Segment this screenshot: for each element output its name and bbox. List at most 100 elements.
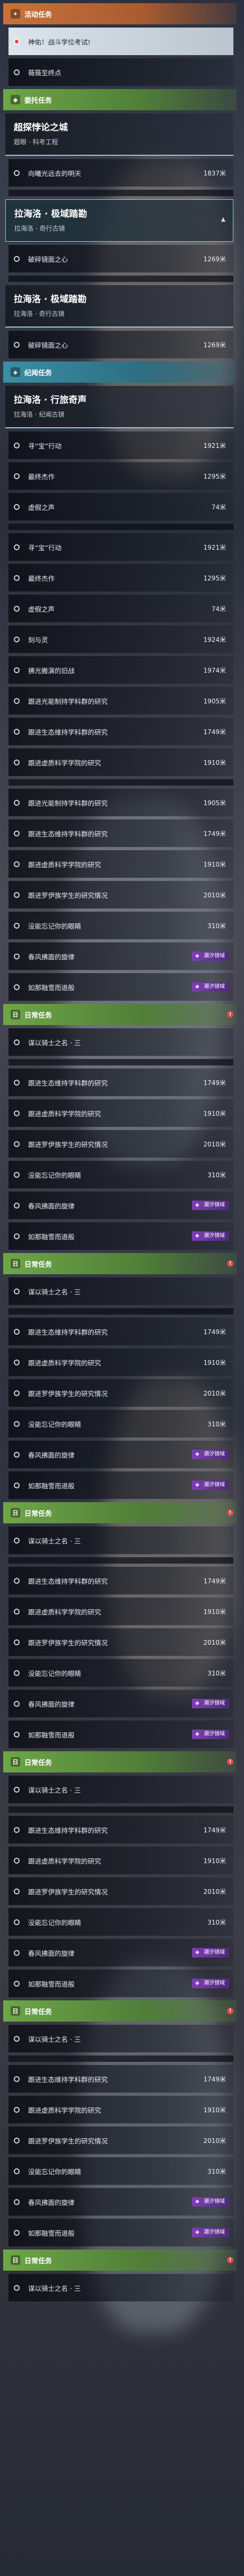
quest-name: 跟进虚质科学学院的研究 [28,2106,101,2114]
quest-name: 跟进虚质科学学院的研究 [28,1857,101,1865]
quest-name: 跟进虚质科学学院的研究 [28,860,101,869]
quest-row[interactable]: 跟进罗伊族学生的研究情况 2010米 [8,1628,233,1656]
quest-row[interactable]: 跟进虚质科学学院的研究 1910米 [8,1598,233,1625]
quest-row[interactable]: 没能忘记你的眼睛 310米 [8,2157,233,2185]
quest-row[interactable]: 谋以骑士之名 · 三 [8,2025,233,2052]
quest-name: 谋以骑士之名 · 三 [28,1038,81,1047]
quest-row[interactable]: 跟进生态维持学科群的研究 1749米 [8,2065,233,2093]
quest-row[interactable]: 跟进虚质科学学院的研究 1910米 [8,2096,233,2123]
category-header-green[interactable]: 日日常任务! [3,2249,237,2271]
category-label: 日常任务 [24,1260,53,1269]
quest-row[interactable]: 没能忘记你的眼睛 310米 [8,912,233,939]
quest-row[interactable]: 如那融雪而退般 潮汐镜域 [8,1222,233,1250]
category-icon: ✦ [11,9,20,19]
quest-row[interactable]: 破碎镜面之心 1269米 [8,245,233,272]
quest-row[interactable]: 跟进虚质科学学院的研究 1910米 [8,1847,233,1874]
quest-row[interactable]: 如那融雪而退般 潮汐镜域 [8,1970,233,1997]
category-header-teal[interactable]: ◈ 纪闻任务 [3,361,237,383]
quest-row[interactable]: 跟进光能制持学科群的研究 1905米 [8,789,233,816]
quest-row[interactable]: 跟进罗伊族学生的研究情况 2010米 [8,1877,233,1905]
quest-row[interactable]: 跟进罗伊族学生的研究情况 2010米 [8,881,233,908]
category-header-green[interactable]: 日日常任务! [3,1751,237,1772]
quest-row[interactable]: 刻与灵 1924米 [8,625,233,653]
quest-row[interactable]: 跟进罗伊族学生的研究情况 2010米 [8,1379,233,1407]
quest-status-icon [14,1980,20,1987]
quest-row[interactable]: 没能忘记你的眼睛 310米 [8,1410,233,1437]
quest-row[interactable]: 谋以骑士之名 · 三 [8,1776,233,1803]
quest-row[interactable]: 春风拂面的旋律 潮汐镜域 [8,1690,233,1717]
quest-status-icon [14,1786,20,1793]
quest-row[interactable]: 拂光搬演的旧战 1974米 [8,656,233,684]
quest-row[interactable]: 最终杰作 1295米 [8,462,233,490]
quest-row[interactable]: 谋以骑士之名 · 三 [8,1527,233,1554]
quest-group-header[interactable]: 拉海洛 · 极域踏勘 拉海洛 · 奇行古镜 [5,285,233,328]
quest-row[interactable]: 破碎镜面之心 1269米 [8,331,233,358]
category-header-green[interactable]: 日日常任务! [3,1004,237,1025]
quest-row[interactable]: 跟进生态维持学科群的研究 1749米 [8,1567,233,1594]
quest-distance: 2010米 [203,2137,226,2145]
quest-row[interactable]: 虚假之声 74米 [8,493,233,521]
quest-row[interactable]: 春风拂面的旋律 潮汐镜域 [8,1441,233,1468]
quest-row[interactable]: 跟进生态维持学科群的研究 1749米 [8,1318,233,1345]
category-header-green[interactable]: 日日常任务! [3,1253,237,1274]
quest-row[interactable]: 最终杰作 1295米 [8,564,233,592]
category-header-green[interactable]: ◆ 委托任务 [3,89,237,110]
quest-status-icon [14,1731,20,1737]
quest-row[interactable]: 跟进罗伊族学生的研究情况 2010米 [8,2127,233,2154]
quest-status-icon [14,1919,20,1925]
quest-row[interactable]: 春风拂面的旋律 潮汐镜域 [8,1939,233,1966]
quest-row[interactable]: 跟进生态维持学科群的研究 1749米 [8,1069,233,1096]
quest-row[interactable]: 跟进生态维持学科群的研究 1749米 [8,718,233,745]
category-header-orange[interactable]: ✦ 活动任务 [3,3,237,24]
category-header-green[interactable]: 日日常任务! [3,2000,237,2022]
quest-row[interactable]: 如那融雪而退般 潮汐镜域 [8,1471,233,1499]
quest-row[interactable]: 如那融雪而退般 潮汐镜域 [8,973,233,1001]
quest-row[interactable]: 春风拂面的旋律 潮汐镜域 [8,942,233,970]
category-header-green[interactable]: 日日常任务! [3,1502,237,1523]
quest-name: 跟进虚质科学学院的研究 [28,1608,101,1616]
quest-name: 如那融雪而退般 [28,2229,75,2237]
quest-row[interactable]: 春风拂面的旋律 潮汐镜域 [8,1192,233,1219]
quest-row[interactable]: 没能忘记你的眼睛 310米 [8,1908,233,1936]
quest-row[interactable]: 春风拂面的旋律 潮汐镜域 [8,2188,233,2216]
quest-row[interactable]: 跟进生态维持学科群的研究 1749米 [8,1816,233,1843]
quest-distance: 1295米 [203,472,226,480]
quest-group-header[interactable]: 拉海洛 · 极域踏勘 拉海洛 · 奇行古镜 ▲ [5,199,233,242]
quest-row[interactable]: 跟进虚质科学学院的研究 1910米 [8,748,233,776]
quest-row[interactable]: 寻“宝”行动 1921米 [8,533,233,561]
quest-status-icon [14,1827,20,1833]
quest-row[interactable]: 跟进罗伊族学生的研究情况 2010米 [8,1130,233,1158]
category-icon: 日 [11,1010,20,1019]
quest-group-header[interactable]: 拉海洛 · 行旅奇声 拉海洛 · 纪闻古镜 [5,386,233,428]
quest-row[interactable]: 没能忘记你的眼睛 310米 [8,1161,233,1188]
quest-group-header[interactable]: 超探悖论之城 题眼 · 科考工程 [5,113,233,156]
quest-row[interactable]: 跟进生态维持学科群的研究 1749米 [8,819,233,847]
quest-name: 春风拂面的旋律 [28,1949,75,1957]
quest-row[interactable]: 谋以骑士之名 · 三 [8,1028,233,1056]
quest-row[interactable]: 跟进光能制持学科群的研究 1905米 [8,687,233,714]
quest-row[interactable]: 虚假之声 74米 [8,595,233,622]
quest-name: 如那融雪而退般 [28,1481,75,1490]
quest-status-icon [14,1639,20,1645]
quest-row[interactable]: 神佑！战斗学位考试! [8,28,233,55]
quest-name: 谋以骑士之名 · 三 [28,1786,81,1794]
quest-status-icon [14,1171,20,1178]
quest-status-icon [14,69,20,75]
quest-row[interactable]: 跟进虚质科学学院的研究 1910米 [8,1099,233,1127]
quest-row[interactable]: 如那融雪而退般 潮汐镜域 [8,2219,233,2246]
quest-status-icon [14,1110,20,1116]
quest-row[interactable]: 跟进虚质科学学院的研究 1910米 [8,1348,233,1376]
quest-row[interactable]: 向曦光远去的明天 1837米 [8,159,233,187]
quest-row[interactable]: 薇薇至终点 [8,58,233,86]
quest-row[interactable]: 如那融雪而退般 潮汐镜域 [8,1721,233,1748]
list-segment-divider [8,1557,233,1564]
quest-row[interactable]: 寻“宝”行动 1921米 [8,431,233,459]
quest-row[interactable]: 没能忘记你的眼睛 310米 [8,1659,233,1687]
quest-status-icon [14,1288,20,1294]
quest-distance: 1910米 [203,1608,226,1616]
quest-row[interactable]: 谋以骑士之名 · 三 [8,2274,233,2301]
quest-distance: 2010米 [203,891,226,899]
quest-row[interactable]: 跟进虚质科学学院的研究 1910米 [8,850,233,878]
quest-row[interactable]: 谋以骑士之名 · 三 [8,1277,233,1305]
quest-name: 跟进生态维持学科群的研究 [28,1079,108,1087]
